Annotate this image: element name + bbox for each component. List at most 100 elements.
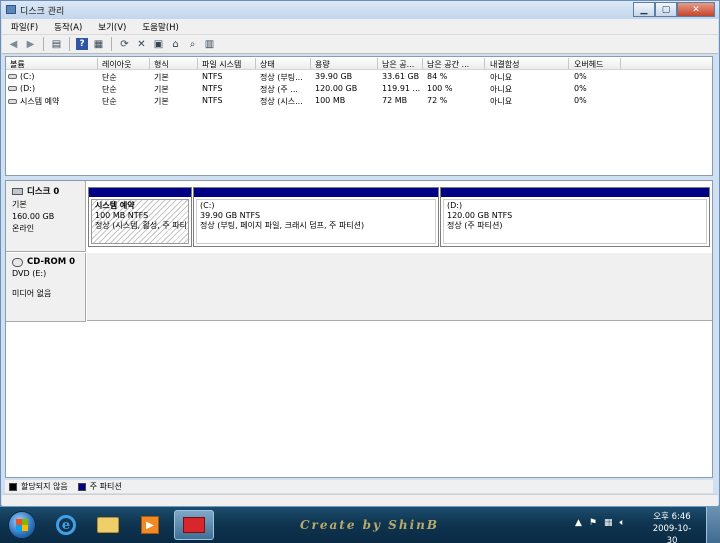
drive-icon [8, 86, 17, 91]
column-divider[interactable] [255, 58, 256, 69]
minimize-button[interactable]: ▁ [633, 2, 655, 17]
partition-status: 정상 (부팅, 페이지 파일, 크래시 덤프, 주 파티션) [200, 221, 365, 230]
status-bar [2, 494, 718, 506]
partition-size: 39.90 GB NTFS [200, 211, 261, 220]
back-arrow-icon[interactable]: ◀ [7, 38, 20, 51]
column-divider[interactable] [197, 58, 198, 69]
primary-partition-bar [441, 188, 709, 197]
volume-name: (C:) [20, 72, 35, 81]
column-capacity[interactable]: 용량 [315, 59, 330, 70]
volume-row-c[interactable]: (C:) 단순 기본 NTFS 정상 (부팅... 39.90 GB 33.61… [6, 72, 712, 83]
system-tray: ▲ ⚑ ▦ 🔈︎ [575, 518, 625, 528]
refresh-icon[interactable]: ⟳ [118, 38, 131, 51]
window-title: 디스크 관리 [20, 7, 65, 17]
menu-view[interactable]: 보기(V) [89, 21, 133, 33]
volume-name-cell: 시스템 예약 [8, 96, 96, 107]
volume-capacity: 100 MB [315, 96, 346, 105]
internet-explorer-icon: e [56, 515, 76, 535]
volume-row-system-reserved[interactable]: 시스템 예약 단순 기본 NTFS 정상 (시스... 100 MB 72 MB… [6, 96, 712, 107]
taskbar-internet-explorer[interactable]: e [48, 510, 84, 540]
show-desktop-button[interactable] [706, 507, 720, 543]
volume-fault-tolerance: 아니요 [490, 85, 513, 94]
toolbar: ◀ ▶ ▤ ? ▦ ⟳ ✕ ▣ ⌂ ⌕ ▥ [2, 35, 718, 54]
menu-file[interactable]: 파일(F) [2, 21, 45, 33]
disk-title: 디스크 0 [27, 187, 60, 197]
toolbar-separator [69, 37, 70, 51]
partition-status: 정상 (주 파티션) [447, 221, 503, 230]
column-overhead[interactable]: 오버헤드 [574, 59, 603, 70]
disk-management-window: 디스크 관리 ▁ ▢ ✕ 파일(F) 동작(A) 보기(V) 도움말(H) ◀ … [0, 0, 720, 506]
column-divider[interactable] [97, 58, 98, 69]
volume-overhead: 0% [574, 84, 587, 93]
column-filesystem[interactable]: 파일 시스템 [202, 59, 241, 70]
windows-logo-icon [16, 519, 28, 531]
disk-management-icon [6, 5, 16, 14]
open-folder-icon[interactable]: ⌂ [169, 38, 182, 51]
column-fault-tolerance[interactable]: 내결함성 [490, 59, 519, 70]
partition-d[interactable]: (D:) 120.00 GB NTFS 정상 (주 파티션) [440, 187, 710, 247]
primary-partition-bar [89, 188, 191, 197]
volume-capacity: 39.90 GB [315, 72, 353, 81]
menu-action[interactable]: 동작(A) [45, 21, 89, 33]
properties-pane-icon[interactable]: ▤ [50, 38, 63, 51]
menu-bar: 파일(F) 동작(A) 보기(V) 도움말(H) [2, 19, 718, 35]
column-divider[interactable] [377, 58, 378, 69]
volume-filesystem: NTFS [202, 72, 223, 81]
properties-icon[interactable]: ▣ [152, 38, 165, 51]
volume-free-space: 119.91 ... [382, 84, 421, 93]
column-divider[interactable] [422, 58, 423, 69]
console-tree-icon[interactable]: ▦ [92, 38, 105, 51]
menu-help[interactable]: 도움말(H) [133, 21, 185, 33]
close-button[interactable]: ✕ [677, 2, 715, 17]
disk-status: 온라인 [12, 224, 35, 233]
cdrom-empty-area[interactable] [87, 253, 712, 321]
partition-c[interactable]: (C:) 39.90 GB NTFS 정상 (부팅, 페이지 파일, 크래시 덤… [193, 187, 439, 247]
maximize-button[interactable]: ▢ [655, 2, 677, 17]
column-divider[interactable] [620, 58, 621, 69]
volume-filesystem: NTFS [202, 96, 223, 105]
volume-row-d[interactable]: (D:) 단순 기본 NTFS 정상 (주 ... 120.00 GB 119.… [6, 84, 712, 95]
column-divider[interactable] [568, 58, 569, 69]
settings-icon[interactable]: ▥ [203, 38, 216, 51]
taskbar-media-player[interactable]: ▶ [132, 510, 168, 540]
volume-icon[interactable]: 🔈︎ [620, 518, 625, 528]
taskbar-explorer[interactable] [90, 510, 126, 540]
volume-status: 정상 (시스... [260, 97, 303, 106]
disk-graphical-view: 디스크 0 기본 160.00 GB 온라인 시스템 예약 100 MB NTF… [5, 180, 713, 478]
volume-list[interactable]: 볼륨 레이아웃 형식 파일 시스템 상태 용량 남은 공... 남은 공간 ..… [5, 56, 713, 176]
column-volume[interactable]: 볼륨 [10, 59, 25, 70]
partition-system-reserved[interactable]: 시스템 예약 100 MB NTFS 정상 (시스템, 활성, 주 파티 [88, 187, 192, 247]
column-divider[interactable] [149, 58, 150, 69]
taskbar-computer-management[interactable] [174, 510, 214, 540]
action-center-flag-icon[interactable]: ⚑ [589, 518, 597, 528]
search-icon[interactable]: ⌕ [186, 38, 199, 51]
column-type[interactable]: 형식 [154, 59, 169, 70]
volume-percent-free: 84 % [427, 72, 448, 81]
partition-name: 시스템 예약 [95, 201, 135, 210]
start-button[interactable] [8, 511, 36, 539]
column-divider[interactable] [484, 58, 485, 69]
clock[interactable]: 오후 6:46 2009-10-30 [650, 511, 694, 543]
volume-layout: 단순 [102, 85, 117, 94]
legend-unallocated-label: 할당되지 않음 [21, 482, 68, 491]
column-layout[interactable]: 레이아웃 [102, 59, 131, 70]
volume-name-cell: (D:) [8, 84, 96, 93]
forward-arrow-icon[interactable]: ▶ [24, 38, 37, 51]
title-bar[interactable]: 디스크 관리 ▁ ▢ ✕ [1, 1, 719, 19]
column-divider[interactable] [310, 58, 311, 69]
network-icon[interactable]: ▦ [604, 518, 613, 528]
show-hidden-icons-icon[interactable]: ▲ [575, 518, 582, 528]
legend-primary-swatch [77, 482, 86, 491]
legend: 할당되지 않음 주 파티션 [5, 480, 713, 493]
column-free-space[interactable]: 남은 공... [382, 59, 414, 70]
partition-size: 120.00 GB NTFS [447, 211, 513, 220]
volume-free-space: 33.61 GB [382, 72, 420, 81]
cdrom-0-label[interactable]: CD-ROM 0 DVD (E:) 미디어 없음 [6, 253, 86, 322]
column-percent-free[interactable]: 남은 공간 ... [427, 59, 469, 70]
help-icon[interactable]: ? [76, 38, 88, 50]
disk-0-label[interactable]: 디스크 0 기본 160.00 GB 온라인 [6, 181, 86, 252]
delete-icon[interactable]: ✕ [135, 38, 148, 51]
column-status[interactable]: 상태 [260, 59, 275, 70]
drive-icon [8, 99, 17, 104]
volume-type: 기본 [154, 97, 169, 106]
